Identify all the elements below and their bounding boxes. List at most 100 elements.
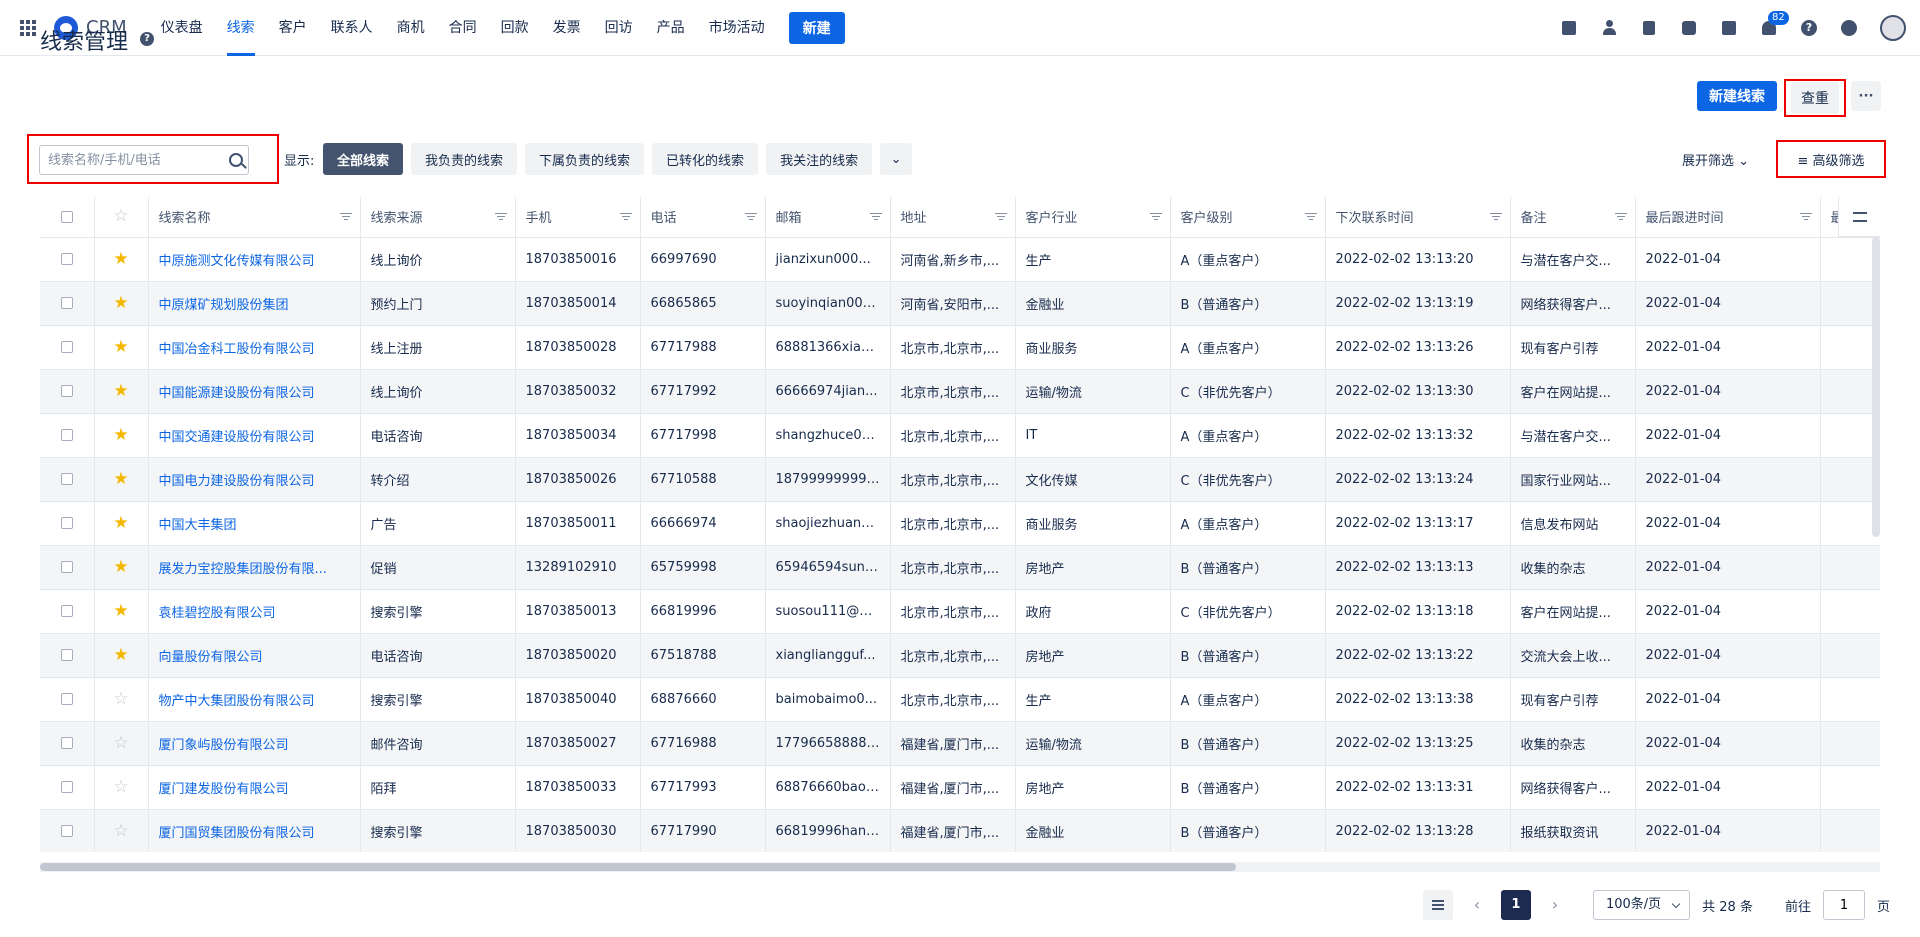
scope-filter-2[interactable]: 下属负责的线索 (525, 143, 645, 175)
lead-name-link[interactable]: 厦门国贸集团股份有限公司 (148, 809, 361, 852)
table-row[interactable]: ★ 袁桂碧控股有限公司 搜索引擎 18703850013 66819996 suosou1… (40, 589, 1880, 634)
page-1-button[interactable]: 1 (1500, 890, 1531, 920)
row-checkbox[interactable] (60, 649, 73, 661)
row-checkbox[interactable] (60, 385, 73, 397)
lead-name-link[interactable]: 物产中大集团股份有限公司 (148, 677, 361, 722)
star-filled-icon[interactable]: ★ (113, 382, 128, 400)
nav-item-0[interactable]: 仪表盘 (149, 0, 215, 56)
title-help-icon[interactable]: ? (140, 32, 154, 46)
lead-name-link[interactable]: 向量股份有限公司 (148, 633, 361, 678)
star-outline-icon[interactable]: ☆ (113, 778, 128, 796)
table-row[interactable]: ★ 中原煤矿规划股份集团 预约上门 18703850014 66865865 suoyin… (40, 281, 1880, 326)
table-row[interactable]: ★ 向量股份有限公司 电话咨询 18703850020 67518788 xianglia… (40, 633, 1880, 678)
new-lead-button[interactable]: 新建线索 (1697, 81, 1777, 111)
star-filled-icon[interactable]: ★ (113, 250, 128, 268)
scope-filter-1[interactable]: 我负责的线索 (411, 143, 518, 175)
nav-item-8[interactable]: 回访 (593, 0, 645, 56)
column-header-6[interactable]: 客户行业 (1015, 197, 1171, 238)
lead-name-link[interactable]: 展发力宝控股集团股份有限... (148, 545, 361, 590)
contacts-icon[interactable] (1600, 19, 1618, 37)
lead-name-link[interactable]: 厦门象屿股份有限公司 (148, 721, 361, 766)
star-filled-icon[interactable]: ★ (113, 646, 128, 664)
more-actions-button[interactable]: ··· (1851, 81, 1881, 111)
column-filter-icon[interactable] (869, 213, 882, 221)
column-filter-icon[interactable] (1304, 213, 1317, 221)
column-filter-icon[interactable] (1614, 213, 1627, 221)
row-checkbox[interactable] (60, 825, 73, 837)
column-filter-icon[interactable] (1799, 213, 1812, 221)
table-row[interactable]: ★ 中国冶金科工股份有限公司 线上注册 18703850028 67717988 6888… (40, 325, 1880, 370)
app-switcher-icon[interactable] (20, 19, 36, 36)
lead-name-link[interactable]: 中国电力建设股份有限公司 (148, 457, 361, 502)
star-filled-icon[interactable]: ★ (113, 558, 128, 576)
nav-item-3[interactable]: 联系人 (319, 0, 385, 56)
column-header-10[interactable]: 最后跟进时间 (1635, 197, 1821, 238)
nav-item-10[interactable]: 市场活动 (697, 0, 777, 56)
star-outline-icon[interactable]: ☆ (113, 822, 128, 840)
search-icon[interactable] (229, 153, 243, 167)
horizontal-scrollbar-thumb[interactable] (40, 863, 1236, 871)
lead-name-link[interactable]: 中国冶金科工股份有限公司 (148, 325, 361, 370)
star-outline-icon[interactable]: ☆ (113, 734, 128, 752)
star-outline-icon[interactable]: ☆ (113, 690, 128, 708)
next-page-button[interactable]: › (1543, 890, 1567, 920)
nav-item-9[interactable]: 产品 (645, 0, 697, 56)
row-checkbox[interactable] (60, 429, 73, 441)
star-filled-icon[interactable]: ★ (113, 294, 128, 312)
prev-page-button[interactable]: ‹ (1465, 890, 1489, 920)
column-header-8[interactable]: 下次联系时间 (1325, 197, 1511, 238)
bell-icon[interactable]: 82 (1760, 11, 1789, 37)
column-filter-icon[interactable] (1149, 213, 1162, 221)
column-filter-icon[interactable] (994, 213, 1007, 221)
star-filled-icon[interactable]: ★ (113, 338, 128, 356)
table-row[interactable]: ★ 中国电力建设股份有限公司 转介绍 18703850026 67710588 18799… (40, 457, 1880, 502)
lead-name-link[interactable]: 中国交通建设股份有限公司 (148, 413, 361, 458)
column-settings-button[interactable] (1838, 197, 1880, 237)
global-new-button[interactable]: 新建 (788, 11, 845, 44)
table-row[interactable]: ☆ 厦门建发股份有限公司 陌拜 18703850033 67717993 68876660… (40, 765, 1880, 810)
nav-item-1[interactable]: 线索 (215, 0, 267, 56)
row-checkbox[interactable] (60, 781, 73, 793)
table-row[interactable]: ★ 中国交通建设股份有限公司 电话咨询 18703850034 67717998 shan… (40, 413, 1880, 458)
nav-item-2[interactable]: 客户 (267, 0, 319, 56)
star-filled-icon[interactable]: ★ (113, 426, 128, 444)
column-filter-icon[interactable] (339, 213, 352, 221)
column-header-3[interactable]: 电话 (640, 197, 766, 238)
gear-icon[interactable] (1840, 19, 1858, 37)
column-header-0[interactable]: 线索名称 (148, 197, 361, 238)
search-input[interactable] (39, 145, 249, 175)
lead-name-link[interactable]: 厦门建发股份有限公司 (148, 765, 361, 810)
column-header-7[interactable]: 客户级别 (1170, 197, 1326, 238)
star-filled-icon[interactable]: ★ (113, 470, 128, 488)
nav-item-5[interactable]: 合同 (437, 0, 489, 56)
nav-item-7[interactable]: 发票 (541, 0, 593, 56)
scope-filter-0[interactable]: 全部线索 (323, 143, 404, 175)
table-row[interactable]: ★ 中原施测文化传媒有限公司 线上询价 18703850016 66997690 jian… (40, 237, 1880, 282)
column-header-4[interactable]: 邮箱 (765, 197, 891, 238)
row-checkbox[interactable] (60, 473, 73, 485)
row-checkbox[interactable] (60, 253, 73, 265)
table-row[interactable]: ☆ 厦门国贸集团股份有限公司 搜索引擎 18703850030 67717990 6681… (40, 809, 1880, 852)
select-all-checkbox[interactable] (60, 210, 73, 223)
table-row[interactable]: ☆ 物产中大集团股份有限公司 搜索引擎 18703850040 68876660 baim… (40, 677, 1880, 722)
calendar-icon[interactable] (1720, 19, 1738, 37)
column-header-1[interactable]: 线索来源 (360, 197, 516, 238)
scope-filter-3[interactable]: 已转化的线索 (652, 143, 759, 175)
row-checkbox[interactable] (60, 693, 73, 705)
column-header-2[interactable]: 手机 (515, 197, 641, 238)
column-header-9[interactable]: 备注 (1510, 197, 1636, 238)
nav-item-6[interactable]: 回款 (489, 0, 541, 56)
list-view-icon[interactable] (1422, 890, 1453, 920)
scope-filter-4[interactable]: 我关注的线索 (766, 143, 873, 175)
table-row[interactable]: ★ 展发力宝控股集团股份有限... 促销 13289102910 65759998 659… (40, 545, 1880, 590)
notes-icon[interactable] (1640, 19, 1658, 37)
avatar[interactable] (1880, 15, 1906, 41)
lead-name-link[interactable]: 中原施测文化传媒有限公司 (148, 237, 361, 282)
row-checkbox[interactable] (60, 737, 73, 749)
phone-icon[interactable] (1680, 19, 1698, 37)
table-row[interactable]: ☆ 厦门象屿股份有限公司 邮件咨询 18703850027 67716988 177966… (40, 721, 1880, 766)
star-filled-icon[interactable]: ★ (113, 514, 128, 532)
more-scopes-chevron-icon[interactable]: ⌄ (880, 143, 913, 175)
lead-name-link[interactable]: 中国能源建设股份有限公司 (148, 369, 361, 414)
nav-item-4[interactable]: 商机 (385, 0, 437, 56)
